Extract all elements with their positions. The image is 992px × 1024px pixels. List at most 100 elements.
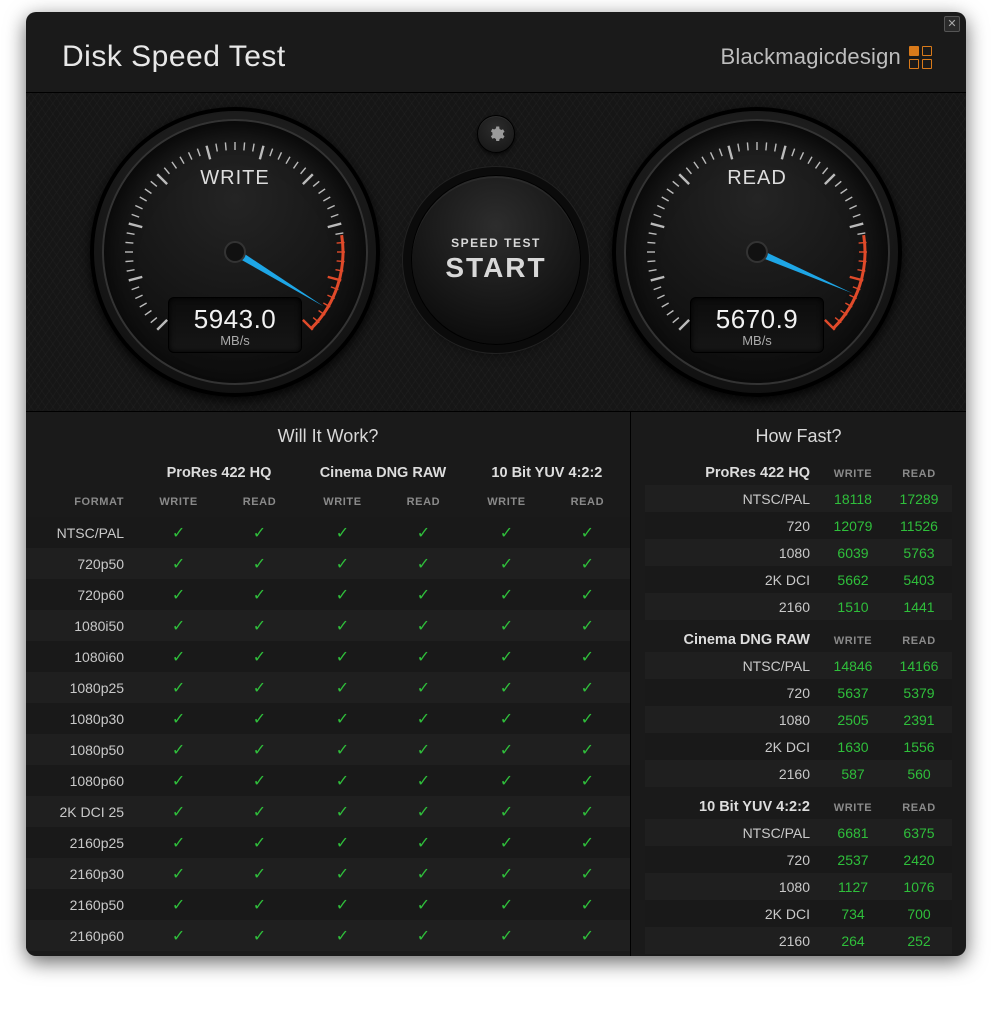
check-cell: ✓: [302, 796, 383, 827]
check-icon: ✓: [500, 587, 513, 604]
check-icon: ✓: [581, 835, 594, 852]
brand: Blackmagicdesign: [720, 44, 932, 70]
write-gauge-value: 5943.0: [173, 304, 297, 335]
check-cell: ✓: [302, 889, 383, 920]
check-icon: ✓: [253, 649, 266, 666]
check-icon: ✓: [253, 556, 266, 573]
table-row: 2K DCI734700: [645, 900, 952, 927]
app-window: ✕ Disk Speed Test Blackmagicdesign WRITE…: [26, 12, 966, 956]
check-icon: ✓: [172, 711, 185, 728]
table-row: 108060395763: [645, 539, 952, 566]
read-value: 2420: [886, 852, 952, 868]
check-icon: ✓: [336, 742, 349, 759]
check-cell: ✓: [138, 858, 219, 889]
table-row: 720p50✓✓✓✓✓✓: [26, 548, 630, 579]
check-icon: ✓: [500, 897, 513, 914]
write-value: 12079: [820, 518, 886, 534]
check-icon: ✓: [581, 928, 594, 945]
will-it-work-title: Will It Work?: [26, 412, 630, 455]
check-icon: ✓: [581, 897, 594, 914]
check-cell: ✓: [219, 548, 300, 579]
check-icon: ✓: [253, 618, 266, 635]
table-row: 2160587560: [645, 760, 952, 787]
check-cell: ✓: [302, 827, 383, 858]
read-value: 17289: [886, 491, 952, 507]
check-icon: ✓: [500, 649, 513, 666]
check-cell: ✓: [466, 579, 547, 610]
close-button[interactable]: ✕: [944, 16, 960, 32]
read-gauge: READ 5670.9 MB/s: [612, 107, 902, 397]
check-icon: ✓: [336, 711, 349, 728]
check-icon: ✓: [172, 804, 185, 821]
check-cell: ✓: [547, 548, 628, 579]
table-row: NTSC/PAL1484614166: [645, 652, 952, 679]
format-label: 720p50: [26, 548, 138, 579]
table-row: 7201207911526: [645, 512, 952, 539]
check-icon: ✓: [581, 618, 594, 635]
format-label: 1080i60: [26, 641, 138, 672]
codec-header: Cinema DNG RAW: [645, 626, 820, 652]
codec-header: 10 Bit YUV 4:2:2: [645, 793, 820, 819]
table-row: 720p60✓✓✓✓✓✓: [26, 579, 630, 610]
check-icon: ✓: [417, 525, 430, 542]
check-icon: ✓: [253, 742, 266, 759]
check-icon: ✓: [500, 773, 513, 790]
write-value: 2505: [820, 712, 886, 728]
check-cell: ✓: [138, 579, 219, 610]
start-button-small-text: SPEED TEST: [451, 236, 541, 250]
how-fast-group: Cinema DNG RAWWRITEREADNTSC/PAL148461416…: [631, 622, 966, 789]
table-row: 72056375379: [645, 679, 952, 706]
format-label: NTSC/PAL: [26, 517, 138, 548]
table-row: 2160264252: [645, 927, 952, 954]
format-label: 1080p60: [26, 765, 138, 796]
read-gauge-value: 5670.9: [695, 304, 819, 335]
read-value: 5379: [886, 685, 952, 701]
format-label: 1080: [645, 879, 820, 895]
codec-header: ProRes 422 HQ: [645, 459, 820, 485]
check-icon: ✓: [417, 742, 430, 759]
check-cell: ✓: [219, 889, 300, 920]
check-cell: ✓: [138, 796, 219, 827]
check-cell: ✓: [219, 734, 300, 765]
check-cell: ✓: [547, 858, 628, 889]
format-label: 2K DCI: [645, 572, 820, 588]
read-value: 252: [886, 933, 952, 949]
check-icon: ✓: [581, 804, 594, 821]
check-icon: ✓: [417, 587, 430, 604]
check-cell: ✓: [466, 796, 547, 827]
check-cell: ✓: [383, 517, 464, 548]
settings-button[interactable]: [477, 115, 515, 153]
table-row: 1080p60✓✓✓✓✓✓: [26, 765, 630, 796]
write-gauge: WRITE 5943.0 MB/s: [90, 107, 380, 397]
check-icon: ✓: [336, 804, 349, 821]
check-cell: ✓: [383, 548, 464, 579]
check-cell: ✓: [302, 610, 383, 641]
start-button[interactable]: SPEED TEST START: [411, 175, 581, 345]
check-icon: ✓: [581, 711, 594, 728]
read-value: 1441: [886, 599, 952, 615]
check-icon: ✓: [417, 897, 430, 914]
check-cell: ✓: [466, 858, 547, 889]
will-it-work-panel: Will It Work? ProRes 422 HQCinema DNG RA…: [26, 412, 631, 956]
check-icon: ✓: [172, 587, 185, 604]
check-cell: ✓: [466, 641, 547, 672]
table-row: 2K DCI16301556: [645, 733, 952, 760]
table-row: NTSC/PAL66816375: [645, 819, 952, 846]
check-icon: ✓: [172, 742, 185, 759]
table-row: 2160p30✓✓✓✓✓✓: [26, 858, 630, 889]
read-gauge-readout: 5670.9 MB/s: [690, 297, 824, 353]
check-cell: ✓: [466, 703, 547, 734]
check-icon: ✓: [336, 618, 349, 635]
format-label: NTSC/PAL: [645, 658, 820, 674]
check-cell: ✓: [547, 703, 628, 734]
gauges-area: WRITE 5943.0 MB/s SPEED TEST START READ: [26, 92, 966, 412]
check-icon: ✓: [172, 897, 185, 914]
check-cell: ✓: [383, 610, 464, 641]
how-fast-group: ProRes 422 HQWRITEREADNTSC/PAL1811817289…: [631, 455, 966, 622]
check-cell: ✓: [466, 610, 547, 641]
read-header: READ: [547, 486, 628, 517]
read-value: 5403: [886, 572, 952, 588]
check-icon: ✓: [581, 556, 594, 573]
check-icon: ✓: [417, 835, 430, 852]
check-cell: ✓: [383, 579, 464, 610]
